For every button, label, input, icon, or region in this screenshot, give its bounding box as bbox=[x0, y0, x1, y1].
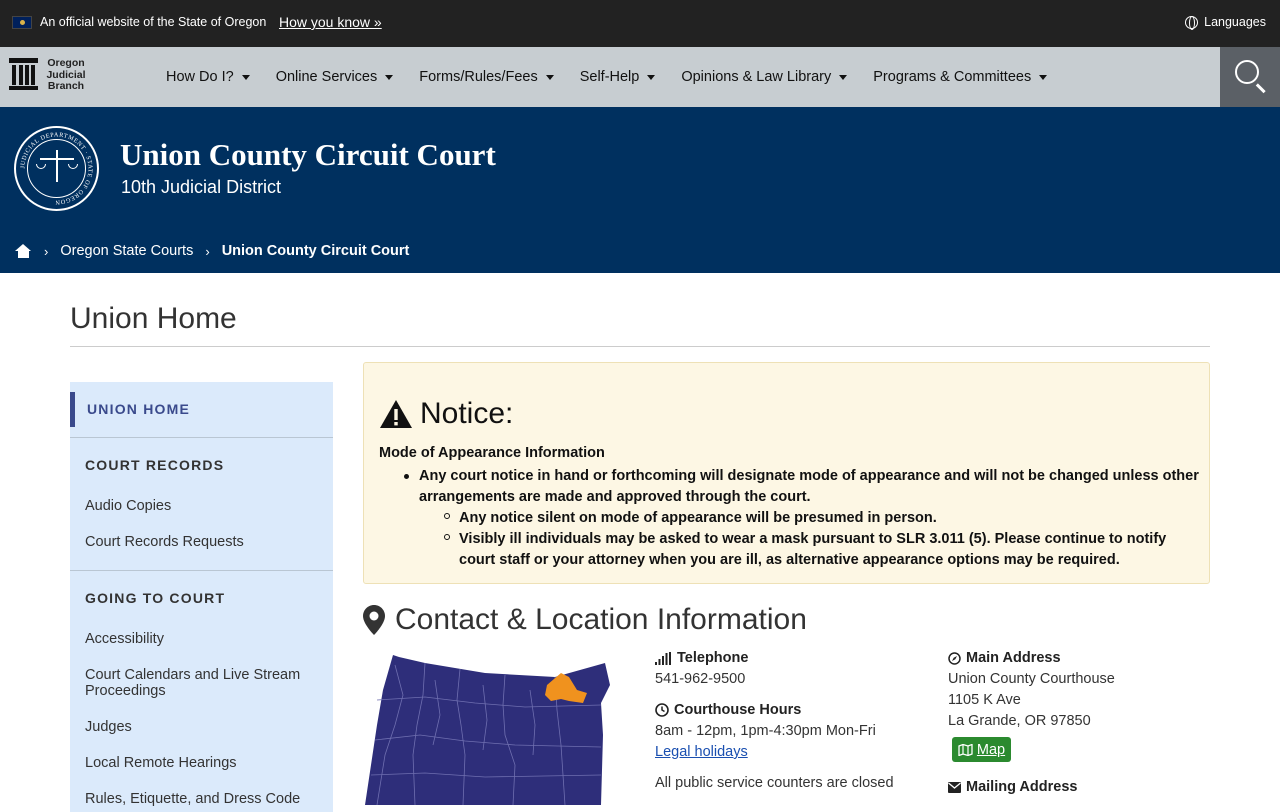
mailing-address-label: Mailing Address bbox=[948, 779, 1077, 795]
counters-text: All public service counters are closed bbox=[655, 775, 894, 791]
contact-heading: Contact & Location Information bbox=[363, 603, 807, 637]
telephone-label-text: Telephone bbox=[677, 650, 749, 666]
mailing-address-label-text: Mailing Address bbox=[966, 779, 1078, 795]
legal-holidays-link[interactable]: Legal holidays bbox=[655, 744, 748, 760]
logo-line: Branch bbox=[47, 80, 85, 92]
caret-down-icon bbox=[545, 74, 554, 80]
signal-icon bbox=[655, 651, 671, 665]
court-subtitle: 10th Judicial District bbox=[121, 177, 282, 197]
logo-line: Oregon bbox=[47, 57, 85, 69]
caret-down-icon bbox=[647, 74, 656, 80]
notice-bullet: Any court notice in hand or forthcoming … bbox=[419, 468, 1199, 505]
nav-label: Self-Help bbox=[579, 69, 640, 85]
pillar-icon bbox=[9, 58, 38, 91]
search-icon bbox=[1235, 60, 1259, 84]
notice-sub-bullet: Any notice silent on mode of appearance … bbox=[459, 510, 937, 526]
sidebar-item-accessibility[interactable]: Accessibility bbox=[85, 631, 348, 647]
judicial-seal-icon: JUDICIAL DEPARTMENT · STATE OF OREGON bbox=[14, 126, 99, 211]
home-icon[interactable] bbox=[15, 244, 32, 258]
address-line: Union County Courthouse bbox=[948, 671, 1115, 687]
oregon-flag-icon bbox=[12, 16, 32, 29]
globe-icon bbox=[1185, 15, 1199, 30]
sidebar-item-court-calendars[interactable]: Court Calendars and Live Stream Proceedi… bbox=[85, 667, 315, 699]
main-address-label-text: Main Address bbox=[966, 650, 1061, 666]
warning-icon bbox=[380, 400, 412, 428]
notice-box: Notice: Mode of Appearance Information A… bbox=[363, 362, 1210, 584]
nav-item-how-do-i[interactable]: How Do I? bbox=[166, 69, 250, 85]
map-button[interactable]: Map bbox=[952, 737, 1011, 762]
caret-down-icon bbox=[241, 74, 250, 80]
official-banner: An official website of the State of Oreg… bbox=[0, 0, 1280, 47]
bullet-icon bbox=[444, 534, 450, 540]
breadcrumb: › Oregon State Courts › Union County Cir… bbox=[15, 243, 409, 259]
sidebar-item-audio-copies[interactable]: Audio Copies bbox=[85, 498, 348, 514]
clock-icon bbox=[655, 703, 669, 717]
telephone-number: 541-962-9500 bbox=[655, 671, 746, 687]
court-banner: JUDICIAL DEPARTMENT · STATE OF OREGON Un… bbox=[0, 107, 1280, 273]
nav-label: Forms/Rules/Fees bbox=[419, 69, 538, 85]
hours-value: 8am - 12pm, 1pm-4:30pm Mon-Fri bbox=[655, 723, 876, 739]
contact-heading-text: Contact & Location Information bbox=[395, 603, 807, 636]
nav-item-online-services[interactable]: Online Services bbox=[276, 69, 394, 85]
how-you-know-link[interactable]: How you know » bbox=[279, 14, 382, 30]
map-icon bbox=[958, 743, 973, 756]
divider bbox=[70, 346, 1210, 347]
sidebar-heading-going-to-court: GOING TO COURT bbox=[85, 590, 226, 606]
nav-label: Opinions & Law Library bbox=[681, 69, 832, 85]
active-indicator bbox=[70, 392, 75, 427]
nav-item-forms-rules-fees[interactable]: Forms/Rules/Fees bbox=[419, 69, 554, 85]
address-line: 1105 K Ave bbox=[948, 692, 1021, 708]
bullet-icon bbox=[404, 474, 409, 479]
breadcrumb-current: Union County Circuit Court bbox=[221, 243, 410, 259]
bullet-icon bbox=[444, 513, 450, 519]
notice-sub-bullet: Visibly ill individuals may be asked to … bbox=[459, 531, 1167, 568]
oregon-county-map[interactable] bbox=[365, 655, 615, 805]
envelope-icon bbox=[948, 781, 961, 793]
nav-item-opinions-law-library[interactable]: Opinions & Law Library bbox=[681, 69, 848, 85]
official-text: An official website of the State of Oreg… bbox=[40, 15, 267, 29]
nav-item-programs-committees[interactable]: Programs & Committees bbox=[873, 69, 1048, 85]
sidebar-heading-court-records: COURT RECORDS bbox=[85, 457, 225, 473]
breadcrumb-oregon-state-courts[interactable]: Oregon State Courts bbox=[60, 243, 193, 259]
sidebar-item-judges[interactable]: Judges bbox=[85, 719, 348, 735]
divider bbox=[70, 570, 333, 571]
chevron-right-icon: › bbox=[44, 243, 49, 259]
court-title: Union County Circuit Court bbox=[120, 137, 496, 172]
sidebar: UNION HOME COURT RECORDS Audio Copies Co… bbox=[70, 382, 333, 812]
notice-subheading: Mode of Appearance Information bbox=[379, 445, 605, 461]
map-button-label: Map bbox=[976, 741, 1006, 758]
divider bbox=[70, 437, 333, 438]
sidebar-item-rules-etiquette[interactable]: Rules, Etiquette, and Dress Code bbox=[85, 791, 348, 807]
caret-down-icon bbox=[839, 74, 848, 80]
sidebar-item-court-records-requests[interactable]: Court Records Requests bbox=[85, 534, 348, 550]
search-button[interactable] bbox=[1220, 47, 1280, 107]
caret-down-icon bbox=[385, 74, 394, 80]
nav-label: Online Services bbox=[275, 69, 378, 85]
nav-item-self-help[interactable]: Self-Help bbox=[580, 69, 656, 85]
sidebar-item-local-remote-hearings[interactable]: Local Remote Hearings bbox=[85, 755, 348, 771]
languages-button[interactable]: Languages bbox=[1185, 15, 1266, 30]
notice-heading: Notice: bbox=[420, 397, 514, 430]
languages-label: Languages bbox=[1204, 15, 1266, 29]
telephone-label: Telephone bbox=[655, 650, 748, 666]
caret-down-icon bbox=[1039, 74, 1048, 80]
nav-label: How Do I? bbox=[166, 69, 234, 85]
map-pin-icon bbox=[363, 605, 385, 635]
main-nav: Oregon Judicial Branch How Do I? Online … bbox=[0, 47, 1280, 107]
main-address-label: Main Address bbox=[948, 650, 1061, 666]
hours-label: Courthouse Hours bbox=[655, 702, 801, 718]
sidebar-item-union-home[interactable]: UNION HOME bbox=[87, 401, 350, 417]
page-title: Union Home bbox=[70, 302, 237, 335]
chevron-right-icon: › bbox=[205, 243, 210, 259]
nav-menu: How Do I? Online Services Forms/Rules/Fe… bbox=[166, 47, 1073, 107]
ojd-logo[interactable]: Oregon Judicial Branch bbox=[9, 57, 89, 96]
hours-label-text: Courthouse Hours bbox=[674, 702, 802, 718]
compass-icon bbox=[948, 651, 961, 665]
address-line: La Grande, OR 97850 bbox=[948, 713, 1091, 729]
nav-label: Programs & Committees bbox=[873, 69, 1032, 85]
